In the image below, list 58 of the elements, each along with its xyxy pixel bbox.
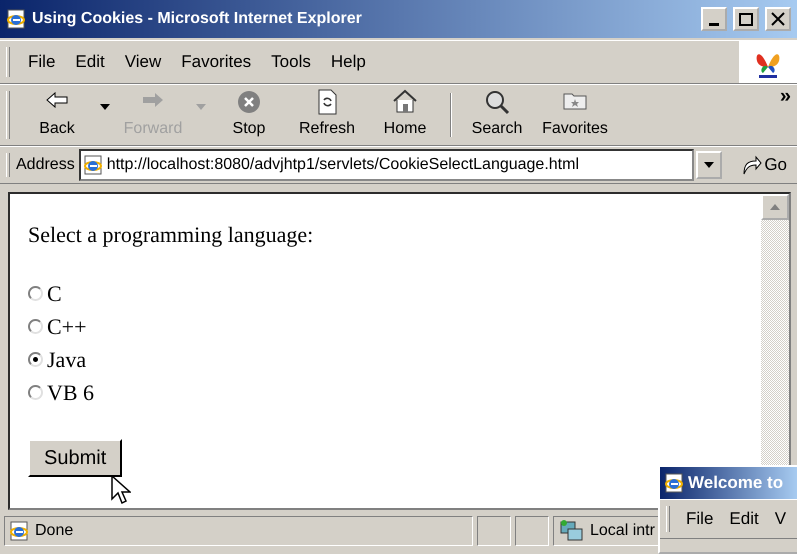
browser-logo-icon	[9, 521, 29, 541]
home-icon	[392, 89, 418, 113]
prompt-text: Select a programming language:	[28, 221, 314, 249]
minimize-icon	[709, 22, 719, 26]
toolbar-button[interactable]: Stop	[210, 85, 288, 145]
toolbar-button[interactable]: Search	[458, 85, 536, 145]
menu-item[interactable]: Favorites	[171, 49, 262, 75]
window-title: Using Cookies - Microsoft Internet Explorer	[32, 9, 363, 29]
maximize-button[interactable]	[733, 7, 759, 31]
window-title: Welcome to	[688, 472, 784, 494]
caret-up-icon	[770, 204, 780, 210]
close-button[interactable]	[765, 7, 791, 31]
menu-item[interactable]: Edit	[65, 49, 115, 75]
back-arrow-icon	[44, 89, 70, 111]
toolbar-button[interactable]: Home	[366, 85, 444, 145]
toolbar-button[interactable]: Back	[18, 85, 96, 145]
option-label: VB 6	[47, 379, 94, 407]
caret-icon	[100, 104, 110, 110]
status-panel	[515, 516, 549, 546]
address-label: Address	[16, 155, 75, 175]
go-button[interactable]: Go	[726, 152, 791, 178]
radio-button[interactable]	[28, 352, 43, 367]
status-panel	[477, 516, 511, 546]
minimize-button[interactable]	[701, 7, 727, 31]
menu-item[interactable]: File	[678, 506, 722, 532]
close-icon	[771, 12, 785, 26]
search-icon	[484, 89, 510, 115]
status-text: Done	[35, 521, 74, 541]
toolbar-button[interactable]: Refresh	[288, 85, 366, 145]
radio-button[interactable]	[28, 385, 43, 400]
scroll-up-button[interactable]	[761, 194, 789, 220]
dropdown-button[interactable]	[696, 151, 722, 179]
menu-item[interactable]: Help	[320, 49, 376, 75]
stop-icon	[236, 89, 262, 115]
toolbar-overflow-button[interactable]: »	[774, 85, 797, 107]
radio-button[interactable]	[28, 319, 43, 334]
menu-item[interactable]: V	[766, 506, 794, 532]
menu-item[interactable]: Tools	[261, 49, 321, 75]
refresh-icon	[316, 89, 338, 115]
caret-icon	[704, 162, 714, 168]
browser-logo-icon	[6, 9, 26, 29]
option-label: C++	[47, 313, 86, 341]
address-field[interactable]: http://localhost:8080/advjhtp1/servlets/CookieSelectLanguage.html	[78, 149, 694, 181]
radio-button[interactable]	[28, 286, 43, 301]
menu-item[interactable]: Edit	[721, 506, 767, 532]
browser-logo-icon	[664, 473, 684, 493]
maximize-icon	[739, 12, 753, 26]
caret-icon	[196, 104, 206, 110]
browser-logo-icon	[82, 155, 103, 175]
menu-item[interactable]: File	[18, 49, 66, 75]
toolbar-button[interactable]: Favorites	[536, 85, 614, 145]
option-label: Java	[47, 346, 86, 374]
menu-item[interactable]: View	[114, 49, 172, 75]
option-label: C	[47, 280, 62, 308]
mouse-pointer-icon	[111, 475, 131, 505]
zone-text: Local intr	[590, 521, 655, 541]
submit-button[interactable]: Submit	[28, 439, 122, 477]
network-icon	[558, 519, 584, 543]
